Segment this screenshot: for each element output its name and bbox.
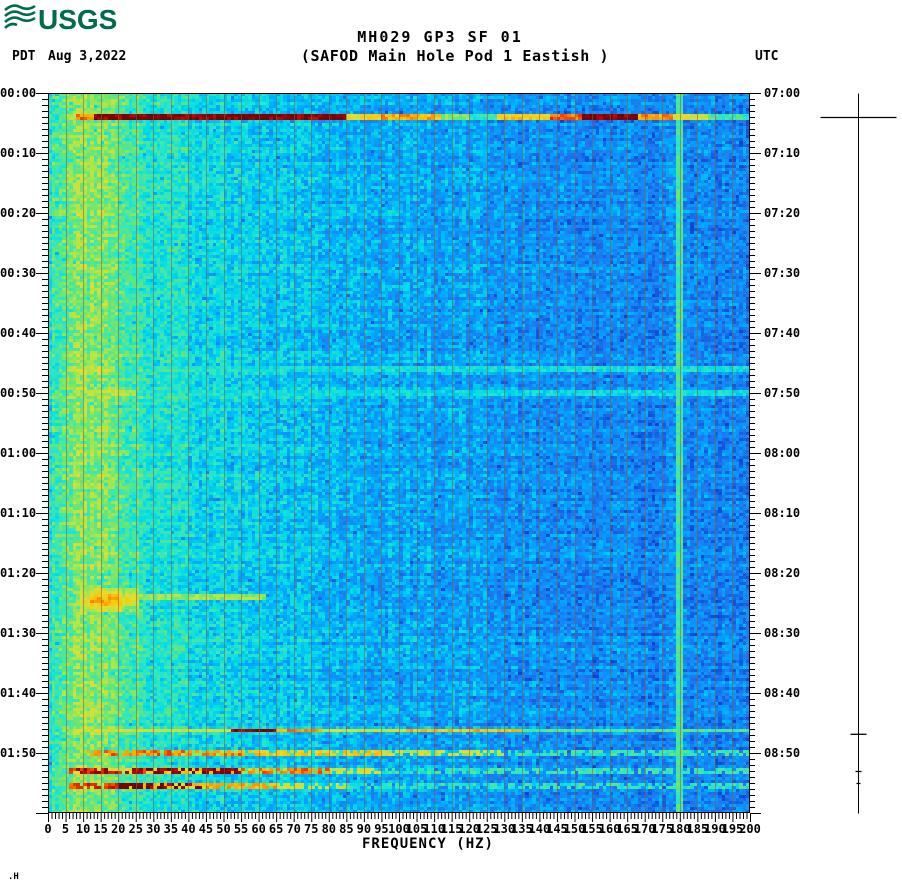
freq-tick-label: 200 — [739, 822, 761, 836]
left-time-tick-label: 00:40 — [0, 326, 37, 340]
right-time-tick-label: 07:00 — [764, 86, 801, 100]
right-time-tick-label: 07:50 — [764, 386, 801, 400]
left-time-tick-label: 00:00 — [0, 86, 37, 100]
right-time-tick-label: 07:20 — [764, 206, 801, 220]
left-time-tick-label: 00:50 — [0, 386, 37, 400]
left-time-tick-label: 01:50 — [0, 746, 37, 760]
right-time-tick-label: 08:40 — [764, 686, 801, 700]
left-time-tick-label: 01:10 — [0, 506, 37, 520]
right-time-tick-label: 07:10 — [764, 146, 801, 160]
left-time-tick-label: 00:10 — [0, 146, 37, 160]
right-time-tick-label: 07:30 — [764, 266, 801, 280]
left-time-tick-label: 00:30 — [0, 266, 37, 280]
right-time-tick-label: 08:10 — [764, 506, 801, 520]
left-time-tick-label: 00:20 — [0, 206, 37, 220]
left-time-tick-label: 01:20 — [0, 566, 37, 580]
spectrogram-page: USGS MH029 GP3 SF 01 (SAFOD Main Hole Po… — [0, 0, 902, 893]
right-time-tick-label: 08:30 — [764, 626, 801, 640]
footer-mark: .H — [8, 872, 19, 882]
right-time-tick-label: 08:20 — [764, 566, 801, 580]
left-time-tick-label: 01:00 — [0, 446, 37, 460]
right-time-tick-label: 08:00 — [764, 446, 801, 460]
left-time-tick-label: 01:40 — [0, 686, 37, 700]
plot-frame — [48, 93, 750, 813]
right-time-tick-label: 08:50 — [764, 746, 801, 760]
left-time-tick-label: 01:30 — [0, 626, 37, 640]
right-time-tick-label: 07:40 — [764, 326, 801, 340]
x-axis-title: FREQUENCY (HZ) — [361, 836, 494, 852]
